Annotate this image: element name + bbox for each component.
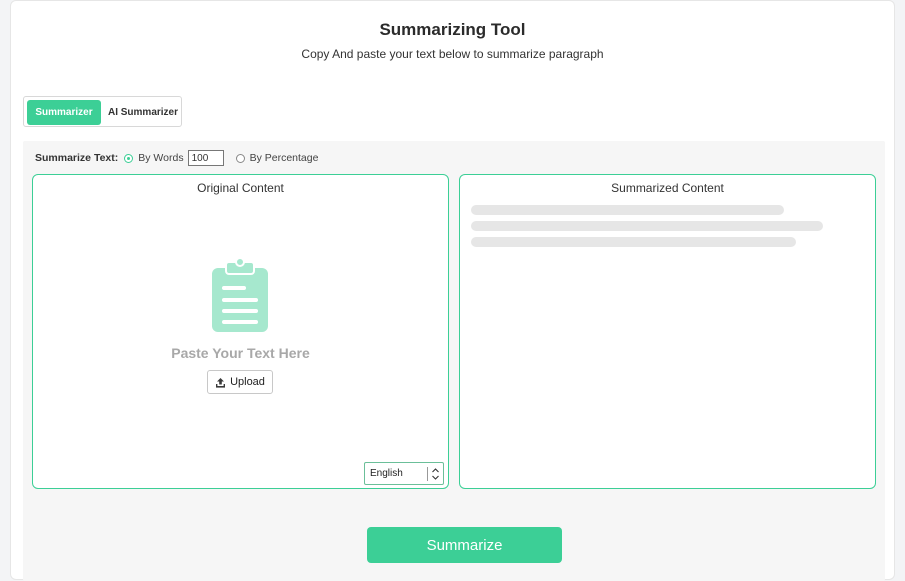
- mode-tabs: Summarizer AI Summarizer: [23, 96, 182, 127]
- page-subtitle: Copy And paste your text below to summar…: [301, 47, 604, 61]
- by-words-radio[interactable]: [124, 153, 134, 163]
- loading-skeleton-line: [471, 237, 796, 247]
- tab-ai-summarizer[interactable]: AI Summarizer: [105, 100, 181, 125]
- summarized-content-box: Summarized Content: [459, 174, 876, 489]
- loading-skeleton-line: [471, 205, 784, 215]
- by-percentage-radio[interactable]: [235, 153, 245, 163]
- original-content-box[interactable]: Original Content Paste Your Text Here Up…: [32, 174, 449, 489]
- summarize-text-label: Summarize Text:: [35, 152, 119, 164]
- upload-label: Upload: [230, 376, 265, 388]
- page-title: Summarizing Tool: [379, 20, 526, 39]
- summarized-content-title: Summarized Content: [611, 181, 724, 195]
- original-content-title: Original Content: [197, 181, 284, 195]
- clipboard-icon: [212, 258, 268, 332]
- select-divider: [427, 467, 428, 481]
- by-words-label: By Words: [138, 152, 184, 164]
- language-select[interactable]: English: [364, 462, 444, 485]
- paste-placeholder: Paste Your Text Here: [171, 345, 310, 361]
- summarizer-card: Summarizing Tool Copy And paste your tex…: [10, 0, 895, 581]
- word-count-input[interactable]: [187, 150, 224, 166]
- loading-skeleton-line: [471, 221, 823, 231]
- summarize-options: Summarize Text: By Words By Percentage: [35, 149, 318, 167]
- summarizer-panel: Summarize Text: By Words By Percentage O…: [23, 141, 885, 581]
- upload-button[interactable]: Upload: [207, 370, 273, 394]
- upload-icon: [216, 377, 226, 388]
- language-value: English: [370, 468, 403, 479]
- tab-summarizer[interactable]: Summarizer: [27, 100, 101, 125]
- by-percentage-label: By Percentage: [249, 152, 319, 164]
- summarize-button[interactable]: Summarize: [367, 527, 562, 563]
- chevron-up-down-icon: [432, 468, 439, 480]
